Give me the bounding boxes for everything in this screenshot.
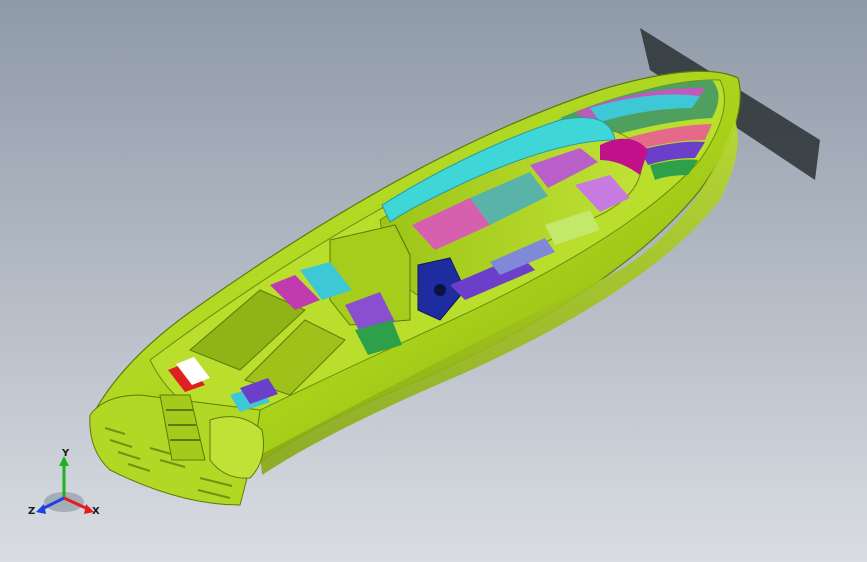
x-axis-label: X <box>92 506 100 517</box>
boat-model[interactable] <box>0 0 867 562</box>
graphics-viewport[interactable]: Y X Z <box>0 0 867 562</box>
z-axis-label: Z <box>28 506 35 517</box>
y-axis-label: Y <box>61 448 70 459</box>
stern-block <box>209 416 264 479</box>
z-axis-arrow <box>36 504 46 514</box>
coordinate-triad: Y X Z <box>28 448 104 524</box>
